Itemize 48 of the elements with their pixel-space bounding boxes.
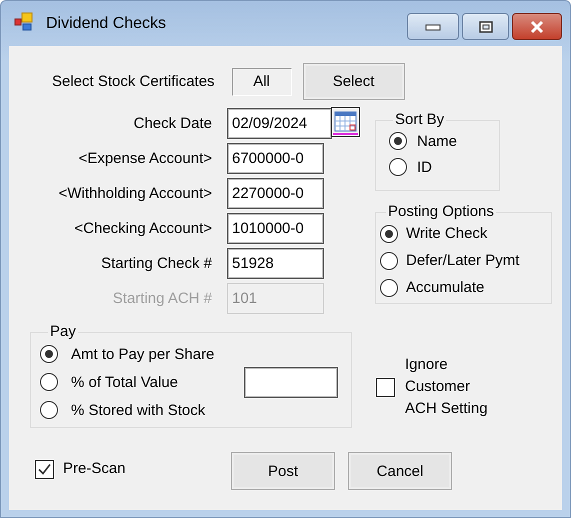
- radio-label[interactable]: Write Check: [406, 225, 488, 242]
- group-title: Pay: [49, 324, 77, 340]
- maximize-button[interactable]: [462, 13, 509, 40]
- input-field[interactable]: 6700000-0: [227, 143, 324, 174]
- group-title: Sort By: [394, 112, 446, 128]
- window-title: Dividend Checks: [46, 14, 166, 32]
- select-button[interactable]: Select: [302, 63, 405, 100]
- radio-label[interactable]: % Stored with Stock: [71, 402, 206, 418]
- field-label: Starting Check #: [100, 255, 212, 272]
- field-label: Select Stock Certificates: [52, 73, 215, 90]
- radio-button[interactable]: [380, 252, 398, 270]
- input-field[interactable]: 2270000-0: [227, 178, 324, 209]
- radio-button[interactable]: [40, 401, 58, 419]
- radio-label[interactable]: Defer/Later Pymt: [406, 252, 520, 269]
- radio-button[interactable]: [389, 132, 407, 150]
- date-field[interactable]: 02/09/2024: [227, 108, 332, 139]
- calendar-icon[interactable]: [331, 106, 360, 136]
- minimize-button[interactable]: [407, 13, 459, 40]
- amount-field[interactable]: [244, 367, 338, 398]
- checkbox[interactable]: [376, 378, 395, 396]
- close-icon: [529, 20, 545, 34]
- radio-button[interactable]: [40, 373, 58, 391]
- input-field[interactable]: 1010000-0: [227, 213, 324, 244]
- minimize-icon: [425, 22, 441, 30]
- radio-button[interactable]: [380, 224, 398, 242]
- close-button[interactable]: [512, 13, 562, 40]
- radio-label[interactable]: ID: [417, 158, 432, 176]
- radio-button[interactable]: [389, 158, 407, 176]
- radio-label[interactable]: Name: [417, 132, 458, 150]
- field-label: <Withholding Account>: [58, 185, 212, 202]
- checkbox[interactable]: [35, 460, 54, 478]
- radio-label[interactable]: % of Total Value: [71, 374, 178, 390]
- field-label: <Expense Account>: [78, 150, 212, 167]
- input-field[interactable]: 51928: [227, 248, 324, 279]
- cancel-button[interactable]: Cancel: [348, 452, 452, 490]
- field-label: Check Date: [132, 115, 212, 132]
- checkbox-label[interactable]: Pre-Scan: [63, 458, 126, 480]
- radio-button[interactable]: [380, 278, 398, 296]
- radio-label[interactable]: Amt to Pay per Share: [71, 346, 214, 362]
- post-button[interactable]: Post: [231, 452, 335, 490]
- checkbox-label[interactable]: Ignore Customer ACH Setting: [405, 354, 505, 420]
- field-label: <Checking Account>: [73, 220, 212, 237]
- maximize-icon: [478, 20, 492, 32]
- selection-display: All: [232, 68, 292, 96]
- radio-label[interactable]: Accumulate: [406, 279, 484, 296]
- radio-button[interactable]: [40, 345, 58, 363]
- group-title: Posting Options: [387, 204, 495, 220]
- field-label: Starting ACH #: [112, 290, 212, 307]
